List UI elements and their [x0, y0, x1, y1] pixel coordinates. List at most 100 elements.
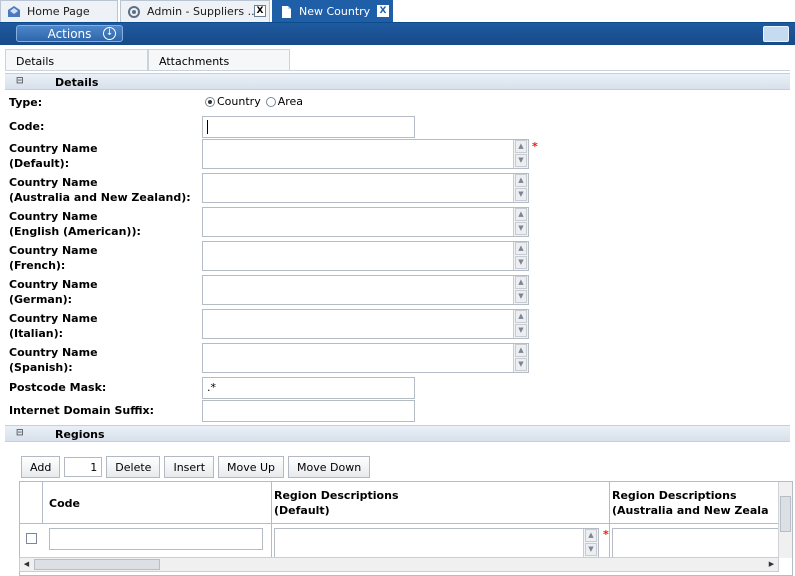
arrow-down-icon[interactable]: ▼ — [515, 154, 527, 167]
column-header-code[interactable]: Code — [43, 482, 272, 524]
desc-anz-cell — [610, 524, 787, 558]
country-name-default-label: Country Name (Default): — [9, 141, 98, 171]
column-header-region-desc-anz[interactable]: Region Descriptions (Australia and New Z… — [610, 482, 792, 524]
code-label: Code: — [9, 120, 45, 133]
country-name-anz-label: Country Name (Australia and New Zealand)… — [9, 175, 191, 205]
country-name-german-input[interactable]: ▲ ▼ — [202, 275, 529, 305]
insert-button[interactable]: Insert — [164, 456, 215, 478]
arrow-down-icon[interactable]: ▼ — [515, 188, 527, 201]
country-name-french-input[interactable]: ▲ ▼ — [202, 241, 529, 271]
scrollbar-thumb[interactable] — [780, 496, 791, 532]
country-name-english-input[interactable]: ▲ ▼ — [202, 207, 529, 237]
actions-label: Actions — [47, 26, 92, 41]
scroll-spinner[interactable]: ▲ ▼ — [513, 208, 528, 236]
close-icon[interactable]: X — [377, 5, 389, 17]
label-line: (Australia and New Zealand): — [9, 191, 191, 204]
postcode-mask-label: Postcode Mask: — [9, 381, 107, 394]
grid-header: Code Region Descriptions (Default) Regio… — [20, 482, 780, 524]
scroll-spinner[interactable]: ▲ ▼ — [513, 140, 528, 168]
type-option-country: Country — [217, 95, 261, 108]
tab-home-page[interactable]: Home Page — [0, 0, 118, 22]
label-line: Country Name — [9, 278, 98, 291]
table-row: ▲ ▼ * — [20, 524, 787, 558]
type-radio-group: Country Area — [205, 95, 303, 108]
arrow-down-icon[interactable]: ▼ — [515, 222, 527, 235]
close-icon[interactable]: X — [254, 5, 266, 17]
vertical-scrollbar[interactable] — [778, 482, 792, 558]
arrow-up-icon[interactable]: ▲ — [515, 174, 527, 187]
actions-bar: Actions ↓ — [0, 23, 795, 45]
arrow-up-icon[interactable]: ▲ — [515, 344, 527, 357]
scroll-spinner[interactable]: ▲ ▼ — [513, 276, 528, 304]
arrow-up-icon[interactable]: ▲ — [515, 208, 527, 221]
label-line: (Default): — [9, 157, 70, 170]
subtab-details[interactable]: Details — [5, 49, 148, 71]
arrow-up-icon[interactable]: ▲ — [515, 140, 527, 153]
label-line: Country Name — [9, 312, 98, 325]
arrow-down-icon[interactable]: ▼ — [585, 543, 597, 556]
regions-section-header[interactable]: ⊟ Regions — [5, 425, 790, 442]
scrollbar-thumb[interactable] — [34, 559, 160, 570]
region-desc-default-input[interactable]: ▲ ▼ — [274, 528, 599, 558]
tab-new-country[interactable]: New Country X — [272, 0, 393, 22]
arrow-up-icon[interactable]: ▲ — [515, 276, 527, 289]
label-line: Country Name — [9, 142, 98, 155]
section-title: Details — [55, 76, 99, 89]
arrow-right-icon[interactable]: ▶ — [765, 558, 778, 571]
scroll-spinner[interactable]: ▲ ▼ — [513, 242, 528, 270]
region-code-input[interactable] — [49, 528, 263, 550]
arrow-left-icon[interactable]: ◀ — [20, 558, 33, 571]
collapse-icon[interactable]: ⊟ — [16, 428, 24, 438]
delete-button[interactable]: Delete — [106, 456, 161, 478]
collapse-icon[interactable]: ⊟ — [16, 76, 24, 86]
horizontal-scrollbar[interactable]: ◀ ▶ — [19, 557, 779, 572]
arrow-down-icon[interactable]: ▼ — [515, 324, 527, 337]
column-header-line: (Default) — [274, 504, 330, 517]
arrow-down-icon[interactable]: ▼ — [515, 256, 527, 269]
scroll-spinner[interactable]: ▲ ▼ — [513, 310, 528, 338]
scroll-spinner[interactable]: ▲ ▼ — [513, 344, 528, 372]
arrow-down-icon[interactable]: ▼ — [515, 290, 527, 303]
label-line: Country Name — [9, 346, 98, 359]
settings-icon — [127, 5, 141, 19]
arrow-down-icon: ↓ — [103, 27, 116, 40]
home-icon — [7, 5, 21, 19]
country-name-german-label: Country Name (German): — [9, 277, 98, 307]
arrow-down-icon[interactable]: ▼ — [515, 358, 527, 371]
country-name-default-input[interactable]: ▲ ▼ — [202, 139, 529, 169]
arrow-up-icon[interactable]: ▲ — [515, 242, 527, 255]
arrow-up-icon[interactable]: ▲ — [515, 310, 527, 323]
type-radio-area[interactable] — [265, 96, 276, 107]
row-select-checkbox[interactable] — [26, 533, 37, 544]
scroll-spinner[interactable]: ▲ ▼ — [583, 529, 598, 557]
required-indicator: * — [603, 528, 609, 541]
add-count-input[interactable]: 1 — [64, 457, 103, 477]
country-name-anz-input[interactable]: ▲ ▼ — [202, 173, 529, 203]
country-name-italian-input[interactable]: ▲ ▼ — [202, 309, 529, 339]
arrow-up-icon[interactable]: ▲ — [585, 529, 597, 542]
code-input[interactable] — [202, 116, 415, 138]
region-desc-anz-input[interactable] — [612, 528, 787, 558]
add-button[interactable]: Add — [21, 456, 61, 478]
details-section-header[interactable]: ⊟ Details — [5, 73, 790, 90]
column-header-line: Code — [49, 497, 80, 510]
postcode-mask-input[interactable]: .* — [202, 377, 415, 399]
move-down-button[interactable]: Move Down — [288, 456, 371, 478]
panel-toggle-icon[interactable] — [763, 26, 789, 42]
move-up-button[interactable]: Move Up — [218, 456, 285, 478]
tab-label: New Country — [299, 5, 371, 18]
country-name-italian-label: Country Name (Italian): — [9, 311, 98, 341]
tab-label: Admin - Suppliers .. — [147, 5, 255, 18]
type-radio-country[interactable] — [205, 96, 215, 107]
label-line: Country Name — [9, 176, 98, 189]
tab-admin-suppliers[interactable]: Admin - Suppliers .. X — [120, 0, 270, 22]
country-name-spanish-input[interactable]: ▲ ▼ — [202, 343, 529, 373]
column-header-line: Region Descriptions — [612, 489, 737, 502]
column-header-region-desc-default[interactable]: Region Descriptions (Default) — [272, 482, 610, 524]
select-column-header — [20, 482, 43, 524]
scroll-spinner[interactable]: ▲ ▼ — [513, 174, 528, 202]
tab-label: Home Page — [27, 5, 90, 18]
internet-domain-suffix-input[interactable] — [202, 400, 415, 422]
subtab-attachments[interactable]: Attachments — [148, 49, 290, 71]
actions-button[interactable]: Actions ↓ — [16, 25, 123, 42]
